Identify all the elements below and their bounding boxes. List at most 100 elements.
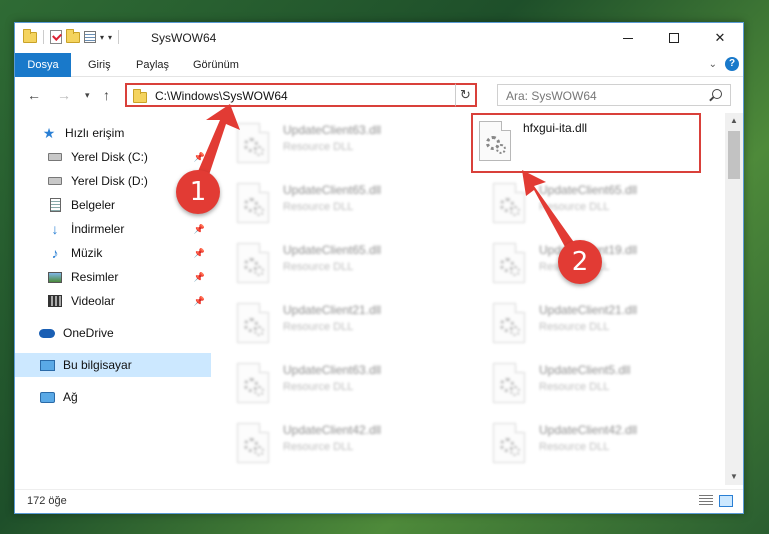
close-button[interactable]: ✕ — [697, 23, 743, 53]
file-type: Resource DLL — [283, 441, 354, 453]
sidebar-item-label: Videolar — [71, 294, 115, 308]
file-item[interactable]: UpdateClient63.dll Resource DLL — [215, 115, 445, 173]
file-list: UpdateClient63.dll Resource DLL UpdateCl… — [215, 113, 725, 485]
window-title: SysWOW64 — [151, 31, 217, 45]
file-item[interactable]: UpdateClient65.dll Resource DLL — [215, 175, 445, 233]
tab-share[interactable]: Paylaş — [136, 53, 169, 77]
file-type: Resource DLL — [283, 201, 354, 213]
file-name: UpdateClient42.dll — [283, 423, 382, 437]
search-input[interactable]: Ara: SysWOW64 — [497, 84, 731, 106]
address-path[interactable]: C:\Windows\SysWOW64 — [155, 89, 288, 103]
ribbon-controls: ⌄ ? — [709, 57, 739, 71]
file-name: UpdateClient21.dll — [539, 303, 638, 317]
pin-icon[interactable]: 📌 — [194, 296, 205, 307]
sidebar-item-local-disk-c[interactable]: Yerel Disk (C:) 📌 — [15, 145, 211, 169]
properties-icon[interactable] — [84, 31, 96, 43]
file-item-highlighted[interactable]: hfxgui-ita.dll — [471, 113, 701, 173]
help-icon[interactable]: ? — [725, 57, 739, 71]
address-row: ← → ▾ ↑ C:\Windows\SysWOW64 ⌄ ↻ Ara: Sys… — [15, 79, 743, 111]
file-item[interactable]: UpdateClient63.dll Resource DLL — [215, 355, 445, 413]
dll-file-icon — [493, 303, 525, 343]
pin-icon[interactable]: 📌 — [194, 224, 205, 235]
disk-icon — [47, 150, 63, 164]
file-type: Resource DLL — [283, 321, 354, 333]
dll-file-icon — [493, 423, 525, 463]
dll-file-icon — [493, 183, 525, 223]
maximize-button[interactable] — [651, 23, 697, 53]
file-type: Resource DLL — [283, 141, 354, 153]
file-type: Resource DLL — [283, 381, 354, 393]
sidebar-item-network[interactable]: Ağ — [15, 385, 211, 409]
sidebar-item-label: İndirmeler — [71, 222, 125, 236]
file-name: UpdateClient63.dll — [283, 363, 382, 377]
recent-locations-icon[interactable]: ▾ — [85, 90, 90, 101]
sidebar-item-label: Bu bilgisayar — [63, 358, 132, 372]
video-icon — [47, 294, 63, 308]
dll-file-icon — [479, 121, 511, 161]
scroll-down-icon[interactable]: ▼ — [725, 469, 743, 485]
sidebar-item-label: Hızlı erişim — [65, 126, 125, 140]
back-arrow-icon[interactable]: ← — [27, 87, 41, 103]
address-bar[interactable]: C:\Windows\SysWOW64 ⌄ — [125, 83, 475, 107]
file-item[interactable]: UpdateClient21.dll Resource DLL — [215, 295, 445, 353]
tab-view[interactable]: Görünüm — [193, 53, 239, 77]
minimize-button[interactable] — [605, 23, 651, 53]
tab-file[interactable]: Dosya — [15, 53, 71, 77]
file-type: Resource DLL — [539, 441, 610, 453]
minimize-icon — [623, 37, 633, 39]
sidebar-item-videos[interactable]: Videolar 📌 — [15, 289, 211, 313]
folder-icon — [23, 28, 37, 43]
scrollbar-thumb[interactable] — [728, 131, 740, 179]
vertical-scrollbar[interactable]: ▲ ▼ — [725, 113, 743, 485]
callout-badge-2: 2 — [558, 240, 602, 284]
pin-icon[interactable]: 📌 — [194, 272, 205, 283]
forward-arrow-icon[interactable]: → — [57, 87, 71, 103]
file-item[interactable]: UpdateClient65.dll Resource DLL — [471, 175, 701, 233]
file-item[interactable]: UpdateClient42.dll Resource DLL — [471, 415, 701, 473]
expand-ribbon-icon[interactable]: ⌄ — [709, 59, 717, 70]
file-type: Resource DLL — [539, 321, 610, 333]
search-icon[interactable] — [712, 89, 722, 99]
properties-check-icon[interactable] — [50, 30, 62, 44]
sidebar-item-downloads[interactable]: ↓ İndirmeler 📌 — [15, 217, 211, 241]
cloud-icon — [39, 326, 55, 340]
dll-file-icon — [237, 183, 269, 223]
sidebar-item-pictures[interactable]: Resimler 📌 — [15, 265, 211, 289]
scroll-up-icon[interactable]: ▲ — [725, 113, 743, 129]
new-folder-icon[interactable] — [66, 28, 80, 43]
toolbar-separator — [118, 30, 120, 44]
dll-file-icon — [237, 303, 269, 343]
star-icon: ★ — [42, 124, 56, 141]
pin-icon[interactable]: 📌 — [194, 152, 205, 163]
file-item[interactable]: UpdateClient5.dll Resource DLL — [471, 355, 701, 413]
file-name: UpdateClient5.dll — [539, 363, 631, 377]
file-item[interactable]: UpdateClient65.dll Resource DLL — [215, 235, 445, 293]
status-bar: 172 öğe — [15, 489, 743, 513]
large-icons-view-icon[interactable] — [719, 495, 733, 507]
file-item[interactable]: UpdateClient21.dll Resource DLL — [471, 295, 701, 353]
file-item[interactable]: UpdateClient42.dll Resource DLL — [215, 415, 445, 473]
sidebar-item-label: Yerel Disk (D:) — [71, 174, 148, 188]
refresh-button[interactable]: ↻ — [455, 83, 477, 107]
ribbon-tabs: Dosya Giriş Paylaş Görünüm ⌄ ? — [15, 53, 743, 77]
file-name: UpdateClient65.dll — [539, 183, 638, 197]
sidebar-item-onedrive[interactable]: OneDrive — [15, 321, 211, 345]
sidebar-item-quick-access[interactable]: ★ Hızlı erişim — [15, 121, 211, 145]
search-placeholder: Ara: SysWOW64 — [506, 89, 597, 103]
customize-toolbar-icon[interactable]: ▾ — [108, 33, 112, 42]
folder-icon — [133, 89, 147, 103]
download-icon: ↓ — [51, 221, 59, 237]
details-view-icon[interactable] — [699, 495, 713, 507]
quick-access-toolbar: ▾ ▾ — [23, 28, 121, 44]
file-explorer-window: ▾ ▾ SysWOW64 ✕ Dosya Giriş Paylaş Görünü… — [14, 22, 744, 514]
dll-file-icon — [493, 363, 525, 403]
chevron-down-icon[interactable]: ▾ — [100, 33, 104, 42]
file-name: hfxgui-ita.dll — [523, 121, 588, 135]
tab-home[interactable]: Giriş — [88, 53, 111, 77]
sidebar-item-label: Yerel Disk (C:) — [71, 150, 148, 164]
up-arrow-icon[interactable]: ↑ — [103, 87, 110, 103]
sidebar-item-music[interactable]: ♪ Müzik 📌 — [15, 241, 211, 265]
pin-icon[interactable]: 📌 — [194, 248, 205, 259]
sidebar-item-this-pc[interactable]: Bu bilgisayar — [15, 353, 211, 377]
file-name: UpdateClient65.dll — [283, 183, 382, 197]
